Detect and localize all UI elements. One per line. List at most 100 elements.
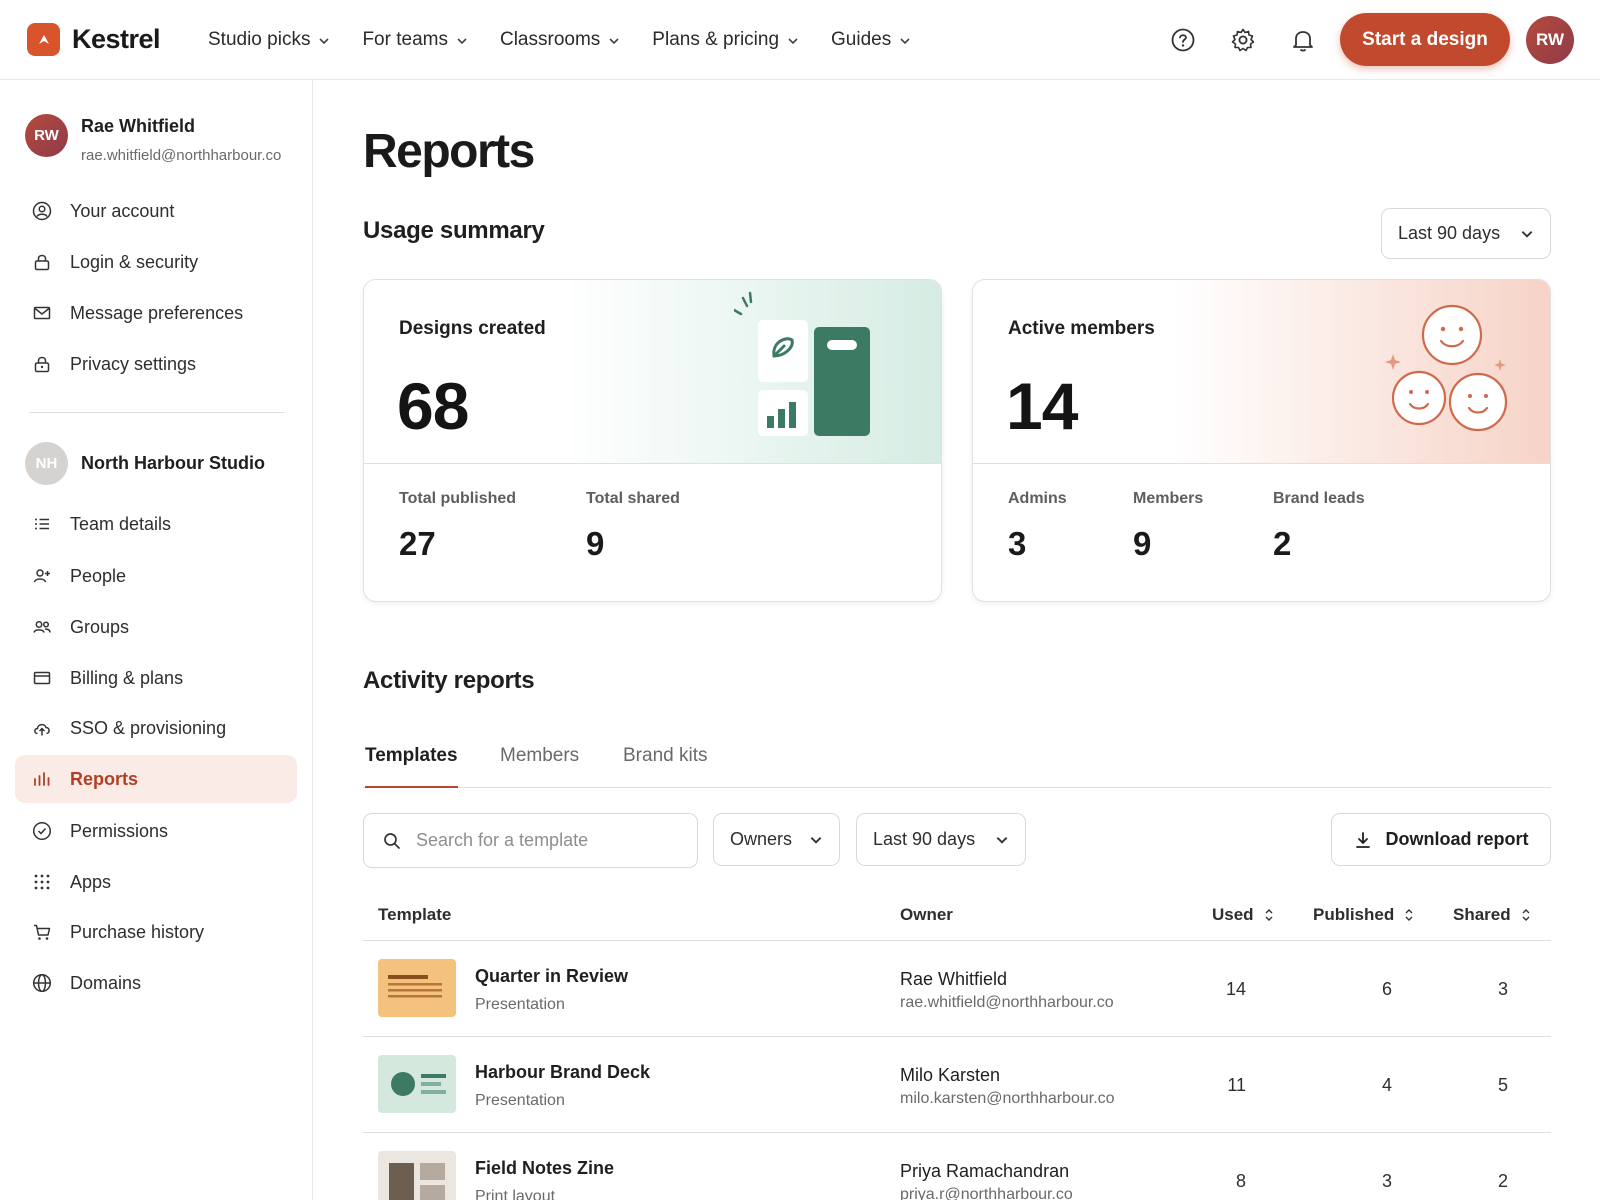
gear-icon[interactable] — [1228, 25, 1258, 55]
sidebar-item-login-security[interactable]: Login & security — [15, 238, 297, 286]
users-icon — [33, 621, 51, 633]
team-header: NH North Harbour Studio — [25, 442, 265, 485]
sidebar-item-people[interactable]: People — [15, 552, 297, 600]
template-search[interactable] — [363, 813, 698, 868]
nav-guides[interactable]: Guides — [831, 24, 911, 56]
template-type: Print layout — [475, 1188, 556, 1200]
used-count: 8 — [1235, 1171, 1246, 1191]
avatar[interactable]: RW — [1526, 16, 1574, 64]
profile-name: Rae Whitfield — [81, 116, 196, 136]
chevron-down-icon — [1521, 230, 1533, 238]
credit-card-icon — [33, 671, 51, 685]
activity-tabs: Templates Members Brand kits — [363, 740, 1551, 788]
usage-summary-title: Usage summary — [363, 217, 545, 244]
table-row[interactable]: Harbour Brand Deck Presentation Milo Kar… — [363, 1037, 1551, 1133]
chevron-down-icon — [788, 38, 798, 45]
sidebar-item-message-preferences[interactable]: Message preferences — [15, 289, 297, 337]
lock-icon — [34, 254, 50, 271]
globe-icon — [32, 973, 52, 993]
range-filter[interactable]: Last 90 days — [856, 813, 1026, 866]
bell-icon[interactable] — [1288, 25, 1318, 55]
chevron-down-icon — [609, 38, 619, 45]
chevron-down-icon — [900, 38, 910, 45]
nav-plans-pricing[interactable]: Plans & pricing — [652, 24, 799, 56]
members-stat: Members 9 — [1133, 490, 1204, 562]
column-published[interactable]: Published — [1313, 905, 1414, 925]
card-header: Active members 14 — [973, 280, 1550, 464]
column-used[interactable]: Used — [1212, 905, 1274, 925]
sidebar-item-privacy-settings[interactable]: Privacy settings — [15, 340, 297, 388]
tab-templates[interactable]: Templates — [365, 740, 458, 788]
sidebar-item-groups[interactable]: Groups — [15, 603, 297, 651]
sidebar-item-permissions[interactable]: Permissions — [15, 807, 297, 855]
brand-name: Kestrel — [72, 24, 161, 54]
template-name[interactable]: Harbour Brand Deck — [475, 1062, 650, 1083]
kestrel-logo-icon — [27, 23, 60, 56]
sidebar-item-billing-plans[interactable]: Billing & plans — [15, 654, 297, 702]
sidebar-item-your-account[interactable]: Your account — [15, 187, 297, 235]
start-design-button[interactable]: Start a design — [1340, 13, 1510, 66]
sidebar-item-reports[interactable]: Reports — [15, 755, 297, 803]
column-shared[interactable]: Shared — [1453, 905, 1531, 925]
sidebar-item-purchase-history[interactable]: Purchase history — [15, 908, 297, 956]
help-icon[interactable] — [1168, 25, 1198, 55]
template-thumbnail — [378, 959, 456, 1017]
chevron-down-icon — [996, 836, 1008, 844]
owner-email: priya.r@northharbour.co — [900, 1186, 1073, 1200]
owner-name: Priya Ramachandran — [900, 1161, 1070, 1181]
active-members-value: 14 — [1006, 369, 1078, 443]
nav-for-teams[interactable]: For teams — [362, 24, 468, 56]
chevron-down-icon — [810, 836, 822, 844]
smiley-faces-icon — [1385, 304, 1508, 432]
sidebar-item-apps[interactable]: Apps — [15, 858, 297, 906]
table-header: Template Owner Used Published Shared — [363, 888, 1551, 941]
tab-brand-kits[interactable]: Brand kits — [623, 740, 707, 788]
owner-name: Rae Whitfield — [900, 969, 1008, 989]
table-row[interactable]: Field Notes Zine Print layout Priya Rama… — [363, 1133, 1551, 1200]
page-title: Reports — [363, 125, 535, 178]
list-icon — [35, 518, 49, 530]
total-shared-stat: Total shared 9 — [586, 490, 680, 562]
activity-reports-title: Activity reports — [363, 667, 535, 694]
brand-logo[interactable]: Kestrel — [27, 23, 161, 56]
sidebar-item-domains[interactable]: Domains — [15, 959, 297, 1007]
top-navigation: Kestrel Studio picks For teams Classroom… — [0, 0, 1600, 80]
sidebar-item-sso-provisioning[interactable]: SSO & provisioning — [15, 704, 297, 752]
check-circle-icon — [32, 821, 52, 841]
admins-stat: Admins 3 — [1008, 490, 1067, 562]
brand-leads-stat: Brand leads 2 — [1273, 490, 1365, 562]
table-row[interactable]: Quarter in Review Presentation Rae Whitf… — [363, 941, 1551, 1037]
active-members-label: Active members — [1008, 318, 1155, 339]
nav-studio-picks[interactable]: Studio picks — [208, 24, 330, 56]
template-name[interactable]: Field Notes Zine — [475, 1158, 614, 1179]
shared-count: 3 — [1497, 979, 1508, 999]
sidebar-divider — [29, 412, 284, 413]
main-menu: Studio picks For teams Classrooms Plans … — [208, 24, 943, 56]
tab-members[interactable]: Members — [500, 740, 579, 788]
designs-created-card: Designs created 68 Total published 27 To… — [363, 279, 942, 602]
sidebar-item-team-details[interactable]: Team details — [15, 500, 297, 548]
owners-filter[interactable]: Owners — [713, 813, 840, 866]
profile-email: rae.whitfield@northharbour.co — [81, 147, 282, 164]
template-type: Presentation — [475, 1092, 565, 1109]
search-input[interactable] — [416, 830, 676, 851]
used-count: 14 — [1225, 979, 1246, 999]
template-thumbnail — [378, 1151, 456, 1200]
nav-classrooms[interactable]: Classrooms — [500, 24, 620, 56]
sort-icon — [1265, 909, 1273, 921]
usage-range-select[interactable]: Last 90 days — [1381, 208, 1551, 259]
cart-icon — [34, 924, 51, 940]
shared-count: 2 — [1497, 1171, 1508, 1191]
column-template: Template — [378, 905, 452, 924]
download-report-button[interactable]: Download report — [1331, 813, 1551, 866]
chevron-down-icon — [457, 38, 467, 45]
lock-icon — [34, 356, 50, 373]
total-published-stat: Total published 27 — [399, 490, 517, 562]
template-name[interactable]: Quarter in Review — [475, 966, 628, 987]
sort-icon — [1522, 909, 1530, 921]
card-header: Designs created 68 — [364, 280, 941, 464]
user-plus-icon — [33, 569, 50, 583]
design-illustration-icon — [734, 291, 870, 436]
designs-created-value: 68 — [397, 369, 469, 443]
template-type: Presentation — [475, 996, 565, 1013]
